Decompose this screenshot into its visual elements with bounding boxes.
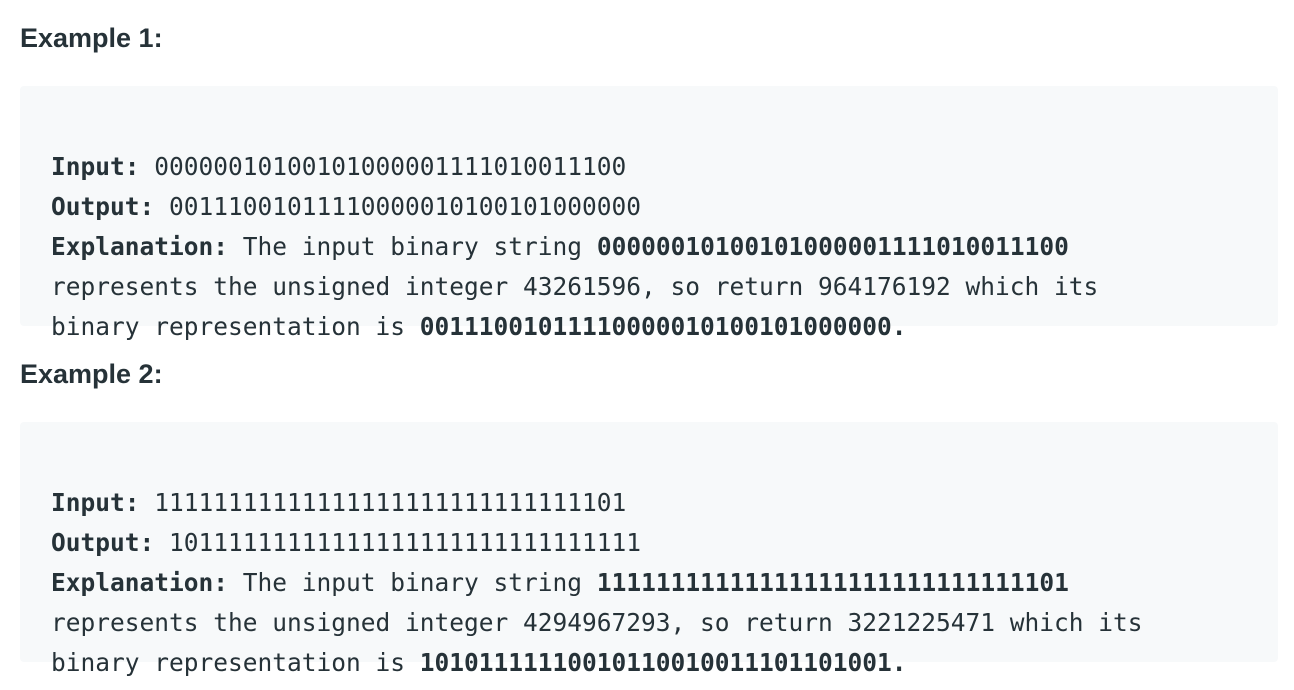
explanation-text: binary representation is <box>51 648 406 677</box>
input-value: 11111111111111111111111111111101 <box>154 488 627 517</box>
explanation-label: Explanation: <box>51 232 229 261</box>
explanation-text: The input binary string <box>242 232 583 261</box>
output-label: Output: <box>51 192 155 221</box>
output-line: Output: 10111111111111111111111111111111 <box>51 523 1278 563</box>
example-2-code-block: Input: 11111111111111111111111111111101 O… <box>20 422 1278 677</box>
example-1-code-block: Input: 00000010100101000001111010011100 O… <box>20 86 1278 341</box>
explanation-label: Explanation: <box>51 568 229 597</box>
explanation-input-binary: 00000010100101000001111010011100 <box>596 232 1069 261</box>
output-line: Output: 00111001011110000010100101000000 <box>51 187 1278 227</box>
explanation-line-1: Explanation: The input binary string 000… <box>51 227 1278 267</box>
explanation-line-3: binary representation is 001110010111100… <box>51 307 1278 347</box>
explanation-line-2: represents the unsigned integer 42949672… <box>51 608 1143 637</box>
explanation-text: The input binary string <box>242 568 583 597</box>
input-label: Input: <box>51 488 140 517</box>
explanation-output-binary: 00111001011110000010100101000000. <box>419 312 907 341</box>
explanation-line-2: represents the unsigned integer 43261596… <box>51 272 1099 301</box>
explanation-line-1: Explanation: The input binary string 111… <box>51 563 1278 603</box>
explanation-input-binary: 11111111111111111111111111111101 <box>596 568 1069 597</box>
explanation-line-3: binary representation is 101011111100101… <box>51 643 1278 683</box>
explanation-output-binary: 10101111110010110010011101101001. <box>419 648 907 677</box>
input-line: Input: 11111111111111111111111111111101 <box>51 483 1278 523</box>
input-label: Input: <box>51 152 140 181</box>
explanation-text: binary representation is <box>51 312 406 341</box>
output-label: Output: <box>51 528 155 557</box>
example-1-heading: Example 1: <box>20 23 163 53</box>
output-value: 00111001011110000010100101000000 <box>169 192 642 221</box>
input-line: Input: 00000010100101000001111010011100 <box>51 147 1278 187</box>
example-2-heading: Example 2: <box>20 359 163 389</box>
input-value: 00000010100101000001111010011100 <box>154 152 627 181</box>
output-value: 10111111111111111111111111111111 <box>169 528 642 557</box>
